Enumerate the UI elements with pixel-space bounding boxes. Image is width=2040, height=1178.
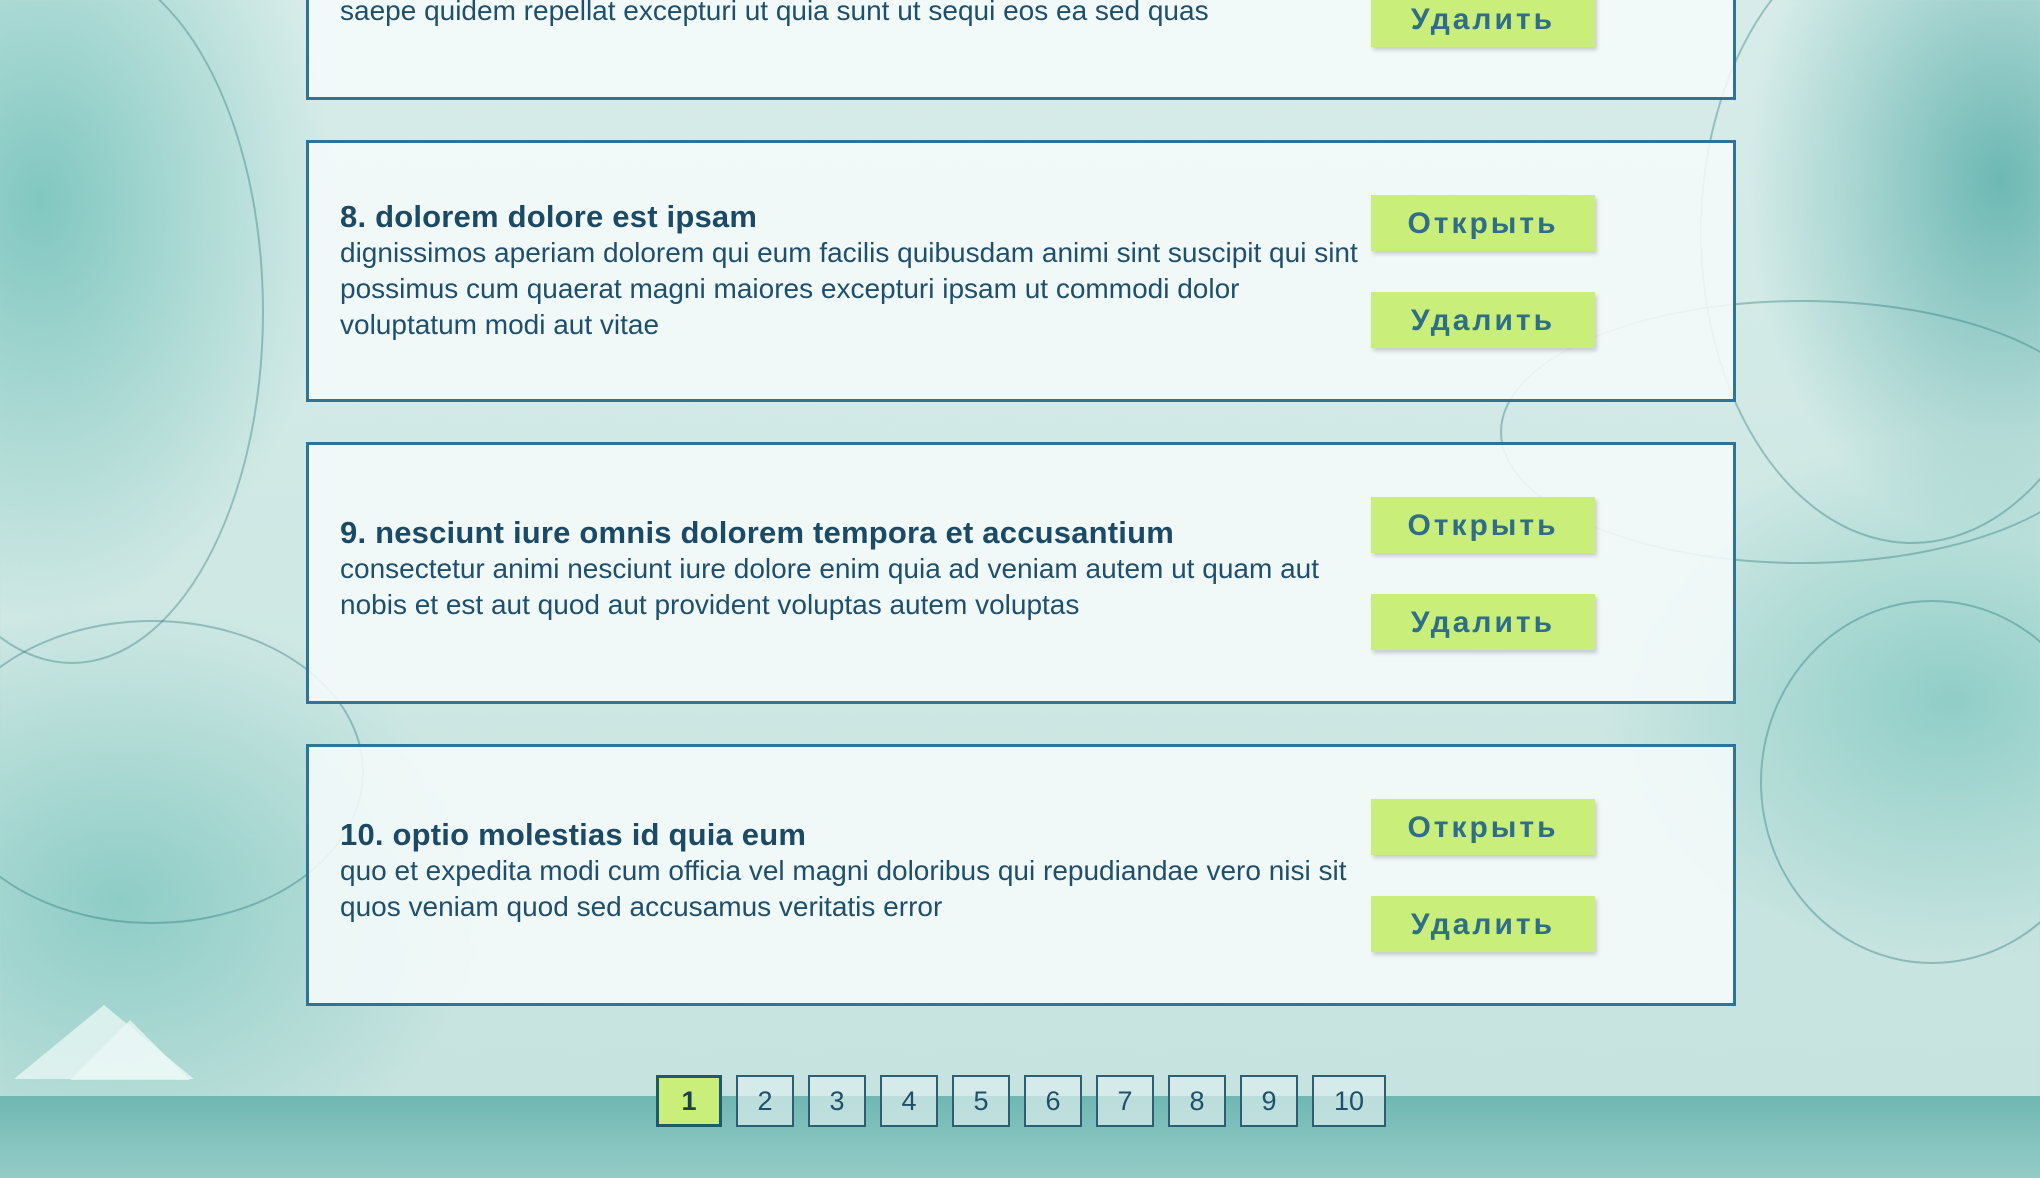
page-button-8[interactable]: 8 — [1168, 1075, 1226, 1127]
open-button[interactable]: Открыть — [1371, 195, 1595, 251]
card-item-7: saepe quidem repellat excepturi ut quia … — [306, 0, 1736, 100]
card-title: 8. dolorem dolore est ipsam — [340, 199, 758, 234]
card-description: quo et expedita modi cum officia vel mag… — [340, 855, 1347, 922]
mountain-logo-peak-icon — [70, 1020, 190, 1080]
page-button-7[interactable]: 7 — [1096, 1075, 1154, 1127]
open-button[interactable]: Открыть — [1371, 497, 1595, 553]
floor-band — [0, 1096, 2040, 1178]
page-button-10[interactable]: 10 — [1312, 1075, 1386, 1127]
page-button-3[interactable]: 3 — [808, 1075, 866, 1127]
card-title: 9. nesciunt iure omnis dolorem tempora e… — [340, 515, 1175, 550]
delete-button[interactable]: Удалить — [1371, 292, 1595, 348]
card-title: 10. optio molestias id quia eum — [340, 817, 807, 852]
delete-button[interactable]: Удалить — [1371, 896, 1595, 952]
page-button-6[interactable]: 6 — [1024, 1075, 1082, 1127]
card-item-10: 10. optio molestias id quia eum quo et e… — [306, 744, 1736, 1006]
card-description: consectetur animi nesciunt iure dolore e… — [340, 553, 1319, 620]
page-button-4[interactable]: 4 — [880, 1075, 938, 1127]
card-item-9: 9. nesciunt iure omnis dolorem tempora e… — [306, 442, 1736, 704]
card-description: saepe quidem repellat excepturi ut quia … — [340, 0, 1209, 26]
open-button[interactable]: Открыть — [1371, 799, 1595, 855]
card-description: dignissimos aperiam dolorem qui eum faci… — [340, 237, 1358, 340]
delete-button[interactable]: Удалить — [1371, 0, 1595, 47]
page-button-1[interactable]: 1 — [656, 1075, 722, 1127]
page-button-5[interactable]: 5 — [952, 1075, 1010, 1127]
page-button-9[interactable]: 9 — [1240, 1075, 1298, 1127]
delete-button[interactable]: Удалить — [1371, 594, 1595, 650]
page-button-2[interactable]: 2 — [736, 1075, 794, 1127]
card-item-8: 8. dolorem dolore est ipsam dignissimos … — [306, 140, 1736, 402]
